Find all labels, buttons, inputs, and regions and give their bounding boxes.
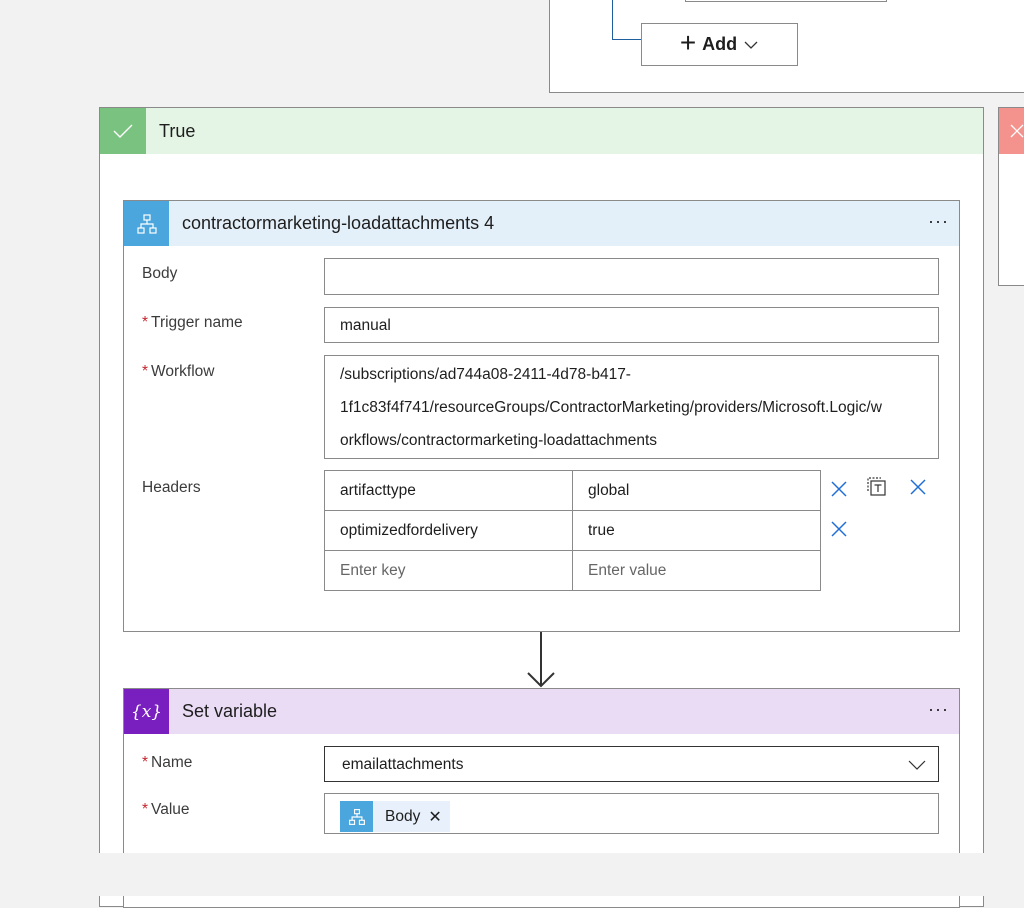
workflow-label: * Workflow [142,363,215,380]
variable-name-label: * Name [142,754,193,771]
false-branch-header[interactable] [999,108,1024,154]
table-row: optimizedfordelivery true [324,510,821,551]
variable-value-label: * Value [142,801,190,818]
branch-connector-line [612,0,642,40]
workflow-line: 1f1c83f4f741/resourceGroups/ContractorMa… [340,399,882,416]
table-row: artifacttype global [324,470,821,511]
more-options-icon[interactable]: ··· [928,211,949,232]
true-branch-title: True [159,121,196,141]
more-options-icon[interactable]: ··· [928,699,949,720]
workflow-line: /subscriptions/ad744a08-2411-4d78-b417- [340,366,631,383]
headers-label: Headers [142,479,201,496]
headers-table: artifacttype global optimizedfordelivery… [324,470,821,591]
body-label: Body [142,265,178,282]
delete-row-icon[interactable] [830,520,848,538]
trigger-name-input[interactable]: manual [324,307,939,343]
variable-icon: {x} [124,689,169,734]
delete-row-icon[interactable] [830,480,848,498]
true-branch-header[interactable]: True [100,108,983,154]
variable-name-select[interactable]: emailattachments [324,746,939,782]
workflow-line: orkflows/contractormarketing-loadattachm… [340,432,658,449]
parent-condition-field[interactable] [685,0,887,2]
text-mode-icon[interactable] [866,476,888,498]
add-label: Add [702,34,738,54]
workflow-action-header[interactable]: contractormarketing-loadattachments 4 [124,201,959,246]
body-input[interactable] [324,258,939,295]
checkmark-icon [100,108,146,154]
chevron-down-icon [908,760,926,770]
required-asterisk: * [142,314,149,331]
workflow-action-title: contractormarketing-loadattachments 4 [182,213,495,233]
header-value-input[interactable]: Enter value [572,550,821,591]
token-label: Body [385,807,421,825]
workflow-icon [340,801,373,832]
set-variable-header[interactable]: {x} Set variable [124,689,959,734]
table-row: Enter key Enter value [324,550,821,591]
header-key-cell[interactable]: optimizedfordelivery [324,510,573,551]
chevron-down-icon [744,41,758,49]
plus-icon: + [679,27,697,58]
add-button[interactable]: + Add [641,23,798,66]
down-arrow-icon [527,632,555,688]
required-asterisk: * [142,363,149,380]
close-icon [1010,124,1024,138]
trigger-name-label: * Trigger name [142,314,243,331]
workflow-input[interactable]: /subscriptions/ad744a08-2411-4d78-b417- … [324,355,939,459]
header-key-cell[interactable]: artifacttype [324,470,573,511]
set-variable-title: Set variable [182,701,278,721]
workflow-icon [124,201,169,246]
header-key-input[interactable]: Enter key [324,550,573,591]
canvas-bottom-edge [0,853,1024,896]
required-asterisk: * [142,801,149,818]
body-token[interactable]: Body ✕ [340,801,450,832]
header-value-cell[interactable]: true [572,510,821,551]
delete-headers-icon[interactable] [909,478,927,496]
remove-token-icon[interactable]: ✕ [428,807,441,827]
required-asterisk: * [142,754,149,771]
header-value-cell[interactable]: global [572,470,821,511]
false-branch-scope [998,107,1024,286]
